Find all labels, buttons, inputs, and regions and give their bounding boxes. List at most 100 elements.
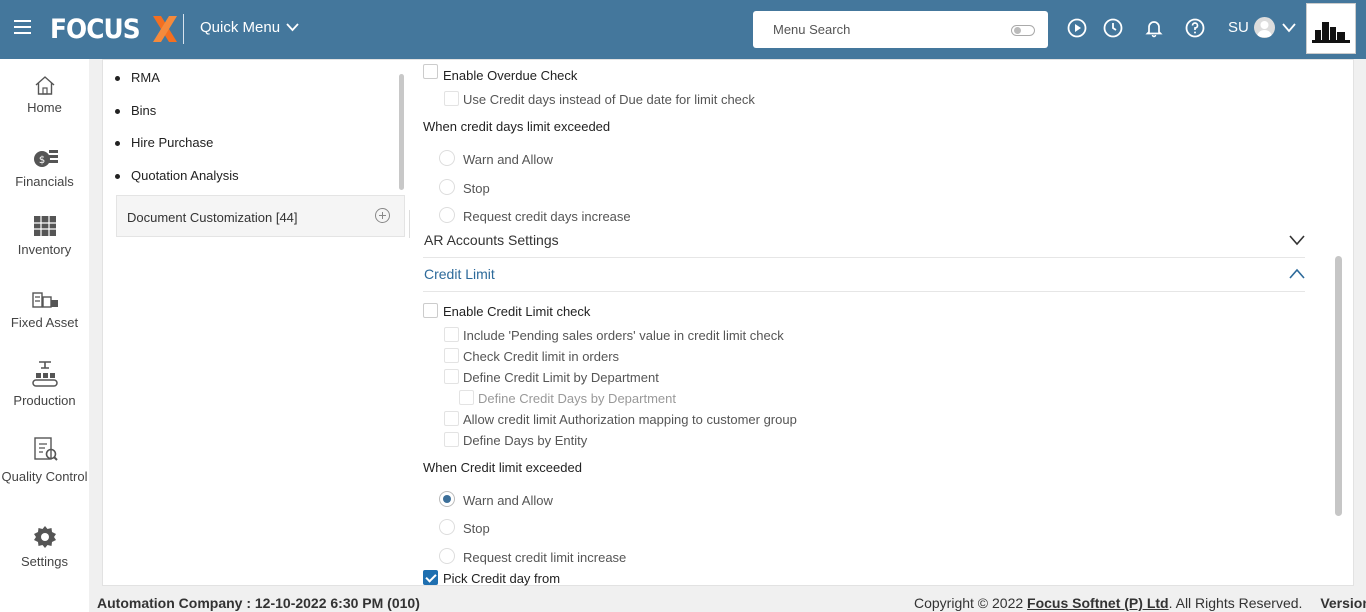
- cd-stop-label: Stop: [463, 181, 490, 196]
- nav-quality-control-label: Quality Control: [1, 469, 88, 484]
- quick-menu-label: Quick Menu: [200, 19, 281, 36]
- help-icon[interactable]: [1185, 18, 1205, 38]
- cl-stop-label: Stop: [463, 521, 490, 536]
- cd-stop-radio[interactable]: [439, 179, 455, 195]
- version-label: Version 1.0: [1320, 595, 1366, 611]
- credit-limit-header[interactable]: Credit Limit: [423, 258, 1305, 292]
- inventory-icon: [33, 216, 56, 236]
- user-menu-chevron-icon[interactable]: [1282, 23, 1296, 33]
- tree-item-rma[interactable]: RMA: [115, 70, 160, 85]
- financials-icon: $: [33, 150, 58, 167]
- cd-request-increase-radio[interactable]: [439, 207, 455, 223]
- settings-icon: [33, 526, 56, 548]
- check-credit-limit-orders-label: Check Credit limit in orders: [463, 349, 620, 364]
- company-link[interactable]: Focus Softnet (P) Ltd: [1027, 595, 1169, 611]
- menu-search-input[interactable]: Menu Search: [753, 11, 1048, 48]
- define-credit-days-dept-label: Define Credit Days by Department: [478, 391, 676, 406]
- tree-item-quotation-analysis[interactable]: Quotation Analysis: [115, 168, 239, 183]
- play-icon[interactable]: [1067, 18, 1087, 38]
- svg-text:$: $: [38, 155, 44, 166]
- left-sidebar: Home $ Financials Inventory Fixed Asset …: [0, 59, 89, 612]
- ar-accounts-settings-header[interactable]: AR Accounts Settings: [423, 224, 1305, 258]
- chevron-down-icon: [286, 23, 299, 32]
- menu-search-placeholder: Menu Search: [773, 22, 851, 37]
- enable-overdue-checkbox[interactable]: [423, 64, 438, 79]
- tree-scrollbar[interactable]: [399, 74, 404, 190]
- top-bar: FOCUS Quick Menu Menu Search SU: [0, 0, 1366, 59]
- enable-overdue-label: Enable Overdue Check: [443, 68, 578, 83]
- enable-credit-limit-label: Enable Credit Limit check: [443, 304, 591, 319]
- cl-request-increase-label: Request credit limit increase: [463, 550, 627, 565]
- cd-request-increase-label: Request credit days increase: [463, 209, 631, 224]
- nav-financials[interactable]: $ Financials: [0, 146, 89, 189]
- content-scrollbar-thumb[interactable]: [1335, 256, 1342, 516]
- include-pending-orders-label: Include 'Pending sales orders' value in …: [463, 328, 784, 343]
- chevron-up-icon: [1289, 268, 1305, 279]
- define-credit-limit-dept-label: Define Credit Limit by Department: [463, 370, 659, 385]
- define-days-entity-checkbox[interactable]: [444, 432, 459, 447]
- expand-plus-icon[interactable]: [375, 208, 390, 223]
- quality-control-icon: [33, 437, 58, 461]
- copyright-suffix: . All Rights Reserved.: [1168, 595, 1303, 611]
- nav-settings-label: Settings: [21, 554, 68, 569]
- enable-credit-limit-checkbox[interactable]: [423, 303, 438, 318]
- document-customization-group[interactable]: Document Customization [44]: [116, 195, 405, 237]
- use-credit-days-label: Use Credit days instead of Due date for …: [463, 92, 755, 107]
- settings-detail-pane: Enable Overdue Check Use Credit days ins…: [409, 60, 1339, 587]
- nav-production[interactable]: Production: [0, 359, 89, 408]
- focus-x-logo[interactable]: FOCUS: [50, 12, 180, 46]
- nav-fixed-asset-label: Fixed Asset: [10, 315, 79, 330]
- quick-menu-dropdown[interactable]: Quick Menu: [200, 19, 299, 36]
- clock-icon[interactable]: [1103, 18, 1123, 38]
- nav-home[interactable]: Home: [0, 74, 89, 115]
- document-customization-label: Document Customization [44]: [127, 210, 298, 225]
- allow-auth-mapping-checkbox[interactable]: [444, 411, 459, 426]
- cd-warn-allow-label: Warn and Allow: [463, 152, 553, 167]
- pick-credit-day-checkbox[interactable]: [423, 570, 438, 585]
- nav-inventory[interactable]: Inventory: [0, 214, 89, 257]
- settings-tree-pane: RMA Bins Hire Purchase Quotation Analysi…: [103, 60, 405, 587]
- user-initials[interactable]: SU: [1228, 19, 1249, 36]
- nav-production-label: Production: [13, 393, 76, 408]
- pick-credit-day-label: Pick Credit day from: [443, 571, 561, 586]
- company-logo: [1306, 3, 1356, 54]
- tree-item-hire-purchase[interactable]: Hire Purchase: [114, 135, 213, 150]
- main-panel: RMA Bins Hire Purchase Quotation Analysi…: [102, 59, 1354, 586]
- nav-quality-control[interactable]: Quality Control: [0, 435, 89, 487]
- tree-item-bins[interactable]: Bins: [114, 103, 156, 118]
- footer-company-info: Automation Company : 12-10-2022 6:30 PM …: [97, 595, 420, 611]
- bell-icon[interactable]: [1144, 18, 1164, 38]
- user-avatar[interactable]: [1254, 17, 1275, 38]
- nav-home-label: Home: [27, 100, 62, 115]
- cl-warn-allow-label: Warn and Allow: [463, 493, 553, 508]
- cl-request-increase-radio[interactable]: [439, 548, 455, 564]
- define-days-entity-label: Define Days by Entity: [463, 433, 588, 448]
- footer-copyright: Copyright © 2022 Focus Softnet (P) Ltd. …: [914, 595, 1366, 611]
- define-credit-days-dept-checkbox[interactable]: [459, 390, 474, 405]
- cl-warn-allow-radio[interactable]: [439, 491, 455, 507]
- nav-fixed-asset[interactable]: Fixed Asset: [0, 287, 89, 330]
- credit-days-exceeded-heading: When credit days limit exceeded: [423, 119, 611, 134]
- home-icon: [35, 76, 54, 95]
- copyright-prefix: Copyright © 2022: [914, 595, 1028, 611]
- search-toggle[interactable]: [1011, 25, 1035, 36]
- fixed-asset-icon: [31, 292, 58, 308]
- chevron-down-icon: [1289, 235, 1305, 246]
- nav-settings[interactable]: Settings: [0, 524, 89, 569]
- cd-warn-allow-radio[interactable]: [439, 150, 455, 166]
- include-pending-orders-checkbox[interactable]: [444, 327, 459, 342]
- nav-financials-label: Financials: [15, 174, 74, 189]
- hamburger-menu-icon[interactable]: [14, 20, 31, 34]
- pane-divider: [409, 210, 410, 238]
- production-icon: [31, 361, 58, 387]
- topbar-divider: [183, 14, 184, 44]
- credit-limit-exceeded-heading: When Credit limit exceeded: [423, 460, 582, 475]
- ar-accounts-settings-title: AR Accounts Settings: [424, 232, 559, 248]
- cl-stop-radio[interactable]: [439, 519, 455, 535]
- nav-inventory-label: Inventory: [17, 242, 72, 257]
- define-credit-limit-dept-checkbox[interactable]: [444, 369, 459, 384]
- credit-limit-title: Credit Limit: [424, 266, 495, 282]
- allow-auth-mapping-label: Allow credit limit Authorization mapping…: [463, 412, 797, 427]
- use-credit-days-checkbox[interactable]: [444, 91, 459, 106]
- check-credit-limit-orders-checkbox[interactable]: [444, 348, 459, 363]
